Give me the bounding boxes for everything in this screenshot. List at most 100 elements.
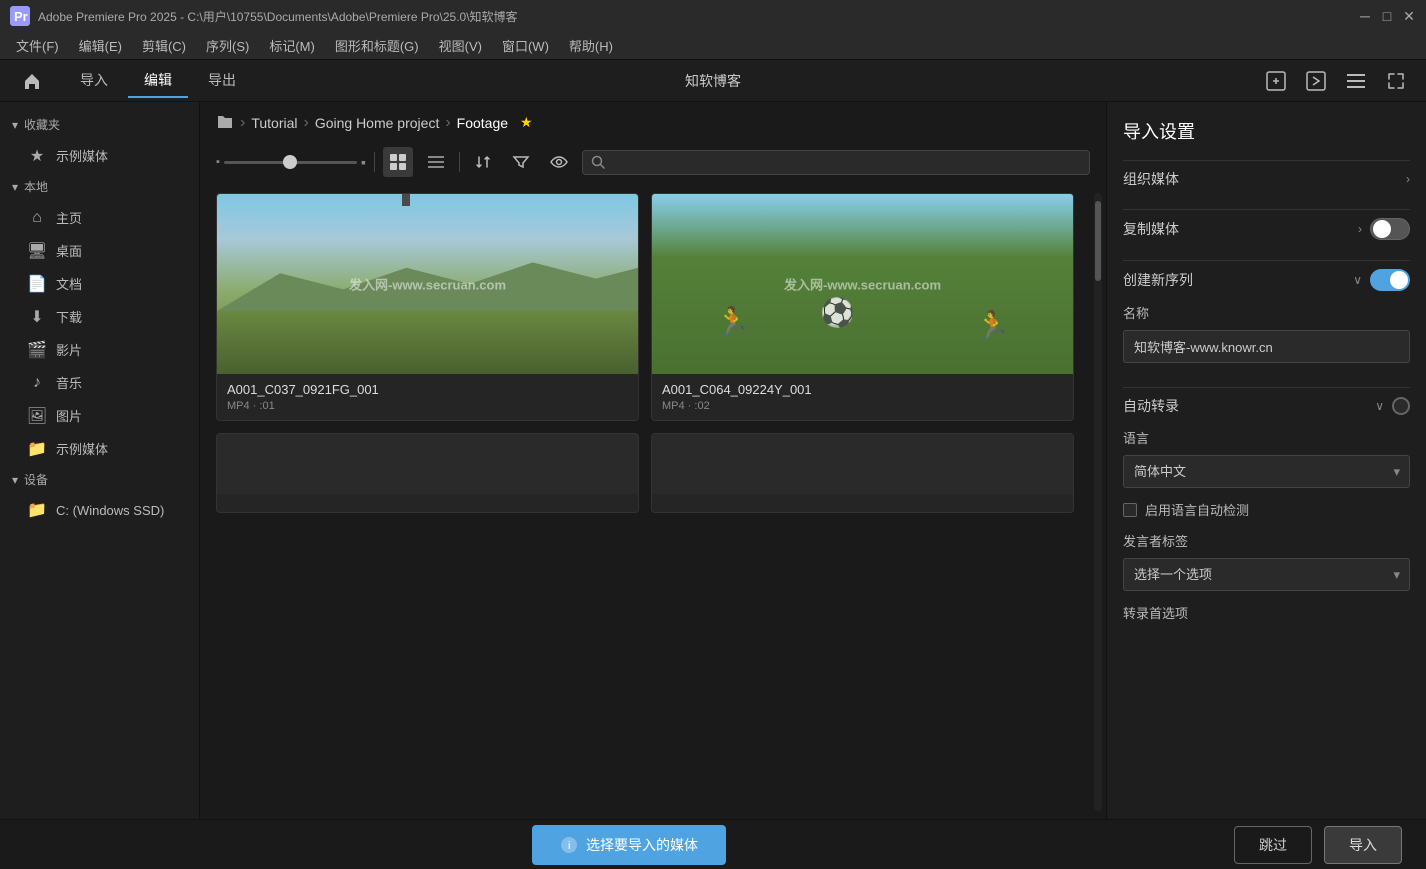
sidebar-item-music[interactable]: ♪ 音乐 — [0, 366, 199, 399]
menu-file[interactable]: 文件(F) — [8, 34, 67, 57]
windows-ssd-label: C: (Windows SSD) — [56, 503, 164, 518]
documents-icon: 📄 — [28, 275, 46, 293]
app-icon: Pr — [10, 6, 30, 26]
sidebar-item-home[interactable]: ⌂ 主页 — [0, 201, 199, 234]
sequence-sub-section: 名称 — [1123, 299, 1410, 375]
create-sequence-toggle[interactable] — [1370, 269, 1410, 291]
window-controls: ─ □ ✕ — [1358, 9, 1416, 23]
section-copy-media: 复制媒体 › — [1123, 209, 1410, 248]
breadcrumb-tutorial[interactable]: Tutorial — [251, 115, 297, 131]
home-nav-button[interactable] — [16, 65, 48, 97]
window-title: Adobe Premiere Pro 2025 - C:\用户\10755\Do… — [38, 8, 1358, 25]
nav-bar: 导入 编辑 导出 知软博客 — [0, 60, 1426, 102]
media-card-1[interactable]: 🏃 ⚽ 🏃 发入网-www.secruan.com A001_C064_0922… — [651, 193, 1074, 421]
breadcrumb: › Tutorial › Going Home project › Footag… — [200, 102, 1106, 143]
media-info-1: A001_C064_09224Y_001 MP4 · :02 — [652, 374, 1073, 420]
media-card-2[interactable] — [216, 433, 639, 513]
sidebar-devices-header[interactable]: ▾ 设备 — [0, 465, 199, 494]
mountain-bg — [217, 257, 638, 311]
close-button[interactable]: ✕ — [1402, 9, 1416, 23]
scrollbar-thumb[interactable] — [1095, 201, 1101, 281]
auto-transcribe-label: 自动转录 — [1123, 396, 1179, 416]
select-media-button[interactable]: i 选择要导入的媒体 — [532, 825, 726, 865]
copy-media-toggle-thumb — [1373, 220, 1391, 238]
select-media-label: 选择要导入的媒体 — [586, 835, 698, 855]
auto-transcribe-header[interactable]: 自动转录 ∨ — [1123, 387, 1410, 424]
music-icon: ♪ — [28, 374, 46, 392]
speaker-select-wrapper: 选择一个选项 — [1123, 558, 1410, 591]
menu-marker[interactable]: 标记(M) — [261, 34, 323, 57]
tab-edit[interactable]: 编辑 — [128, 64, 188, 98]
export-frame-icon[interactable] — [1302, 67, 1330, 95]
language-select[interactable]: 简体中文 — [1123, 455, 1410, 488]
sidebar-item-windows-ssd[interactable]: 📁 C: (Windows SSD) — [0, 494, 199, 526]
speaker-select[interactable]: 选择一个选项 — [1123, 558, 1410, 591]
thumb-size-slider[interactable]: ▪ ▪ — [216, 154, 366, 170]
sidebar-item-downloads[interactable]: ⬇ 下载 — [0, 300, 199, 333]
menu-window[interactable]: 窗口(W) — [494, 34, 557, 57]
sidebar-item-desktop[interactable]: 🖥 桌面 — [0, 234, 199, 267]
filter-button[interactable] — [506, 147, 536, 177]
copy-media-label: 复制媒体 — [1123, 219, 1179, 239]
info-icon: i — [560, 836, 578, 854]
home-label: 主页 — [56, 208, 82, 227]
import-button[interactable]: 导入 — [1324, 826, 1402, 864]
layout-icon[interactable] — [1342, 67, 1370, 95]
visibility-button[interactable] — [544, 147, 574, 177]
organize-media-header[interactable]: 组织媒体 › — [1123, 160, 1410, 197]
maximize-button[interactable]: □ — [1380, 9, 1394, 23]
collections-chevron-icon: ▾ — [12, 118, 18, 132]
sidebar-collections-header[interactable]: ▾ 收藏夹 — [0, 110, 199, 139]
menu-graphics[interactable]: 图形和标题(G) — [327, 34, 427, 57]
media-grid-container: 发入网-www.secruan.com A001_C037_0921FG_001… — [200, 185, 1106, 819]
minimize-button[interactable]: ─ — [1358, 9, 1372, 23]
devices-label: 设备 — [24, 471, 48, 488]
toolbar-divider-1 — [374, 152, 375, 172]
toolbar-divider-2 — [459, 152, 460, 172]
search-input[interactable] — [611, 155, 1081, 170]
auto-detect-checkbox[interactable] — [1123, 503, 1137, 517]
sequence-name-input[interactable] — [1123, 330, 1410, 363]
import-frame-icon[interactable] — [1262, 67, 1290, 95]
grid-view-button[interactable] — [383, 147, 413, 177]
status-center: i 选择要导入的媒体 — [24, 825, 1234, 865]
right-panel: 导入设置 组织媒体 › 复制媒体 › 创建新序列 — [1106, 102, 1426, 819]
transcribe-options-label: 转录首选项 — [1123, 603, 1410, 622]
desktop-label: 桌面 — [56, 241, 82, 260]
menu-help[interactable]: 帮助(H) — [561, 34, 621, 57]
slider-track[interactable] — [224, 161, 357, 164]
breadcrumb-project[interactable]: Going Home project — [315, 115, 440, 131]
sidebar-item-documents[interactable]: 📄 文档 — [0, 267, 199, 300]
sort-button[interactable] — [468, 147, 498, 177]
copy-media-header[interactable]: 复制媒体 › — [1123, 209, 1410, 248]
search-box[interactable] — [582, 150, 1090, 175]
fullscreen-icon[interactable] — [1382, 67, 1410, 95]
sidebar-local-header[interactable]: ▾ 本地 — [0, 172, 199, 201]
create-sequence-header[interactable]: 创建新序列 ∨ — [1123, 260, 1410, 299]
list-view-button[interactable] — [421, 147, 451, 177]
menu-view[interactable]: 视图(V) — [431, 34, 490, 57]
skip-button[interactable]: 跳过 — [1234, 826, 1312, 864]
tab-import[interactable]: 导入 — [64, 64, 124, 98]
scrollbar-track[interactable] — [1094, 193, 1102, 811]
sidebar-item-sample-media2[interactable]: 📁 示例媒体 — [0, 432, 199, 465]
tab-export[interactable]: 导出 — [192, 64, 252, 98]
sidebar-item-pictures[interactable]: 🖼 图片 — [0, 399, 199, 432]
sidebar-item-sample-media[interactable]: ★ 示例媒体 — [0, 139, 199, 172]
media-card-0[interactable]: 发入网-www.secruan.com A001_C037_0921FG_001… — [216, 193, 639, 421]
breadcrumb-folder-icon[interactable] — [216, 112, 234, 133]
transcribe-sub-section: 语言 简体中文 启用语言自动检测 发言者标签 选择一个选项 转录首选项 — [1123, 424, 1410, 622]
breadcrumb-star-icon[interactable]: ★ — [520, 114, 533, 131]
sidebar-item-movies[interactable]: 🎬 影片 — [0, 333, 199, 366]
copy-media-toggle[interactable] — [1370, 218, 1410, 240]
title-bar: Pr Adobe Premiere Pro 2025 - C:\用户\10755… — [0, 0, 1426, 32]
menu-clip[interactable]: 剪辑(C) — [134, 34, 194, 57]
media-name-0: A001_C037_0921FG_001 — [227, 382, 628, 397]
slider-thumb[interactable] — [283, 155, 297, 169]
bottom-right-buttons: 跳过 导入 — [1234, 826, 1402, 864]
media-name-1: A001_C064_09224Y_001 — [662, 382, 1063, 397]
media-card-3[interactable] — [651, 433, 1074, 513]
menu-sequence[interactable]: 序列(S) — [198, 34, 257, 57]
menu-edit[interactable]: 编辑(E) — [71, 34, 130, 57]
auto-transcribe-radio[interactable] — [1392, 397, 1410, 415]
